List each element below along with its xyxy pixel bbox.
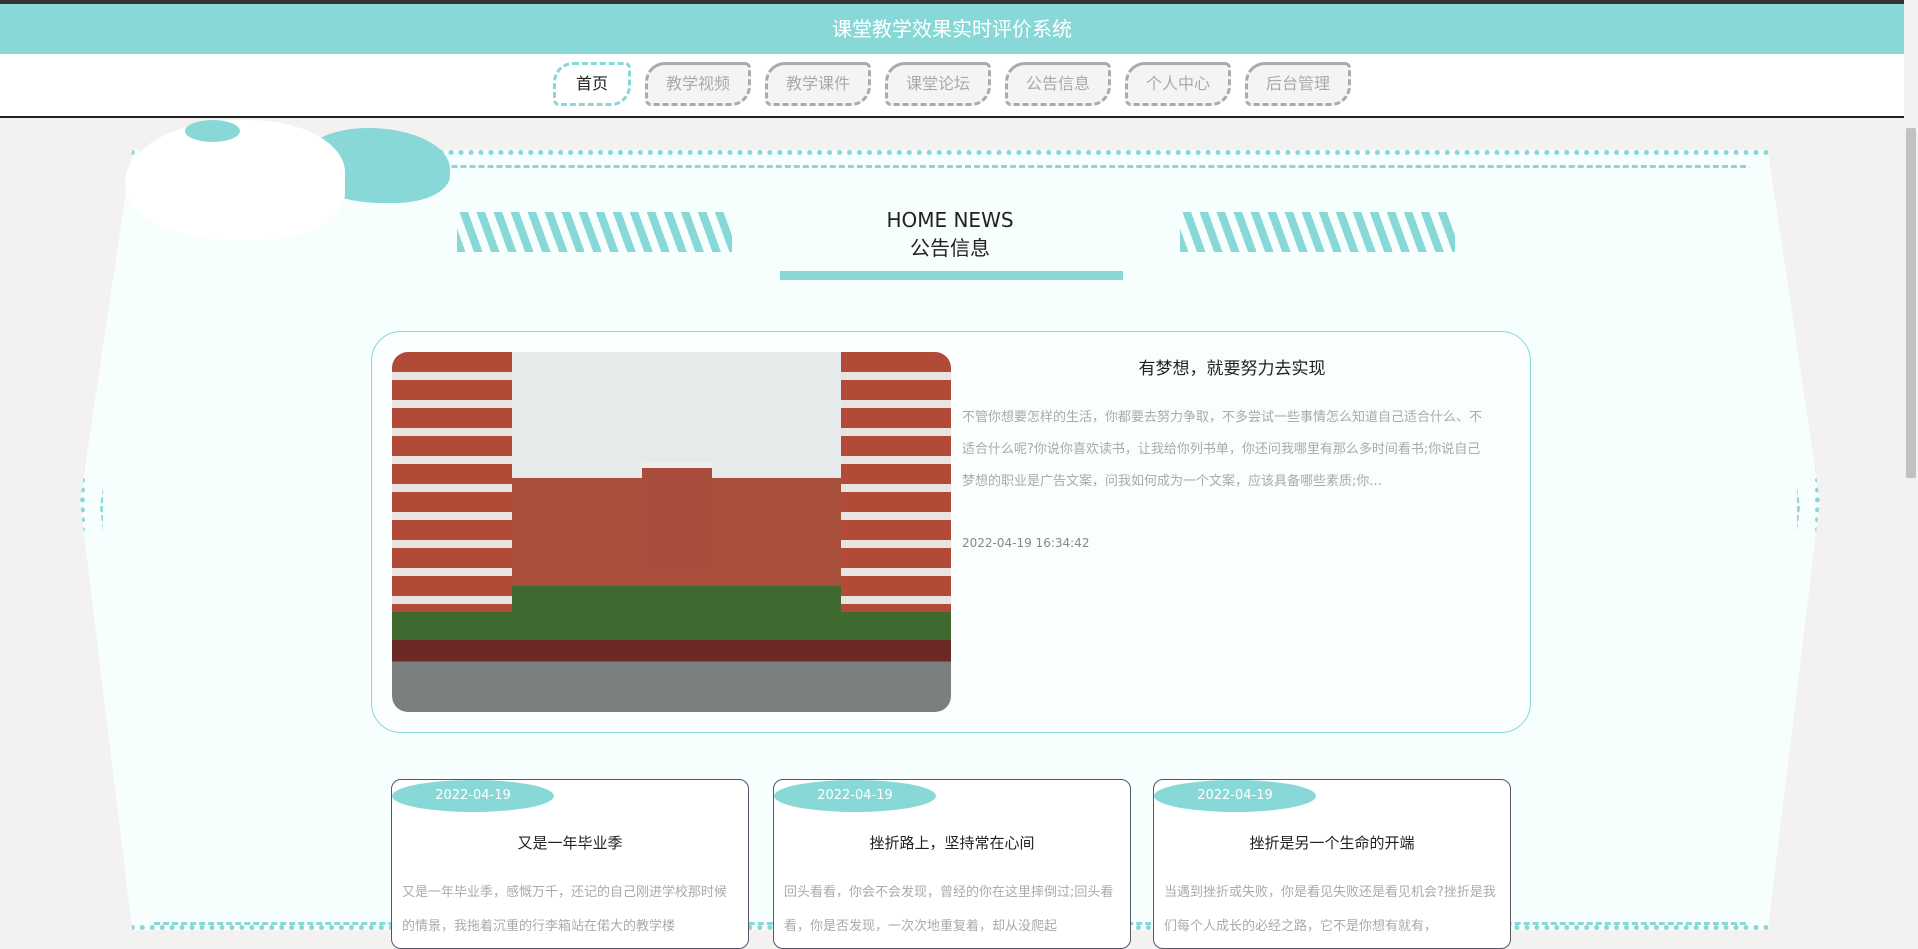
nav-courseware[interactable]: 教学课件 <box>765 62 871 106</box>
nav-admin[interactable]: 后台管理 <box>1245 62 1351 106</box>
news-card-desc: 当遇到挫折或失败，你是看见失败还是看见机会?挫折是我们每个人成长的必经之路，它不… <box>1164 885 1496 934</box>
page-scrollbar[interactable] <box>1904 0 1918 938</box>
news-card-date: 2022-04-19 <box>392 780 554 812</box>
site-title: 课堂教学效果实时评价系统 <box>832 17 1072 41</box>
decor-cloud-small <box>185 120 240 142</box>
featured-news-desc: 不管你想要怎样的生活，你都要去努力争取，不多尝试一些事情怎么知道自己适合什么、不… <box>962 410 1483 489</box>
news-card-desc: 又是一年毕业季，感慨万千，还记的自己刚进学校那时候的情景，我拖着沉重的行李箱站在… <box>402 885 728 934</box>
featured-news[interactable]: 有梦想，就要努力去实现 不管你想要怎样的生活，你都要去努力争取，不多尝试一些事情… <box>371 331 1531 733</box>
decor-cloud-white <box>125 120 345 240</box>
nav-personal-center[interactable]: 个人中心 <box>1125 62 1231 106</box>
main-nav: 首页 教学视频 教学课件 课堂论坛 公告信息 个人中心 后台管理 <box>553 62 1351 106</box>
news-card[interactable]: 2022-04-19 又是一年毕业季 又是一年毕业季，感慨万千，还记的自己刚进学… <box>391 779 749 949</box>
nav-teaching-video[interactable]: 教学视频 <box>645 62 751 106</box>
featured-news-image[interactable] <box>392 352 951 712</box>
decor-stripes-right <box>1180 212 1455 252</box>
nav-home[interactable]: 首页 <box>553 62 631 106</box>
news-card-desc: 回头看看，你会不会发现，曾经的你在这里摔倒过;回头看看，你是否发现，一次次地重复… <box>784 885 1114 934</box>
news-card[interactable]: 2022-04-19 挫折路上，坚持常在心间 回头看看，你会不会发现，曾经的你在… <box>773 779 1131 949</box>
news-card[interactable]: 2022-04-19 挫折是另一个生命的开端 当遇到挫折或失败，你是看见失败还是… <box>1153 779 1511 949</box>
news-card-date: 2022-04-19 <box>774 780 936 812</box>
featured-news-title[interactable]: 有梦想，就要努力去实现 <box>972 354 1492 379</box>
scrollbar-thumb[interactable] <box>1906 128 1916 478</box>
section-title: HOME NEWS 公告信息 <box>780 206 1120 262</box>
site-header: 课堂教学效果实时评价系统 <box>0 4 1904 54</box>
news-card-date: 2022-04-19 <box>1154 780 1316 812</box>
section-title-cn: 公告信息 <box>910 236 990 260</box>
news-card-title[interactable]: 又是一年毕业季 <box>392 832 748 853</box>
nav-announcements[interactable]: 公告信息 <box>1005 62 1111 106</box>
section-title-en: HOME NEWS <box>886 208 1014 232</box>
nav-forum[interactable]: 课堂论坛 <box>885 62 991 106</box>
news-card-title[interactable]: 挫折路上，坚持常在心间 <box>774 832 1130 853</box>
section-title-underline <box>780 271 1123 280</box>
news-card-title[interactable]: 挫折是另一个生命的开端 <box>1154 832 1510 853</box>
decor-stripes-left <box>457 212 732 252</box>
featured-news-time: 2022-04-19 16:34:42 <box>962 536 1090 550</box>
